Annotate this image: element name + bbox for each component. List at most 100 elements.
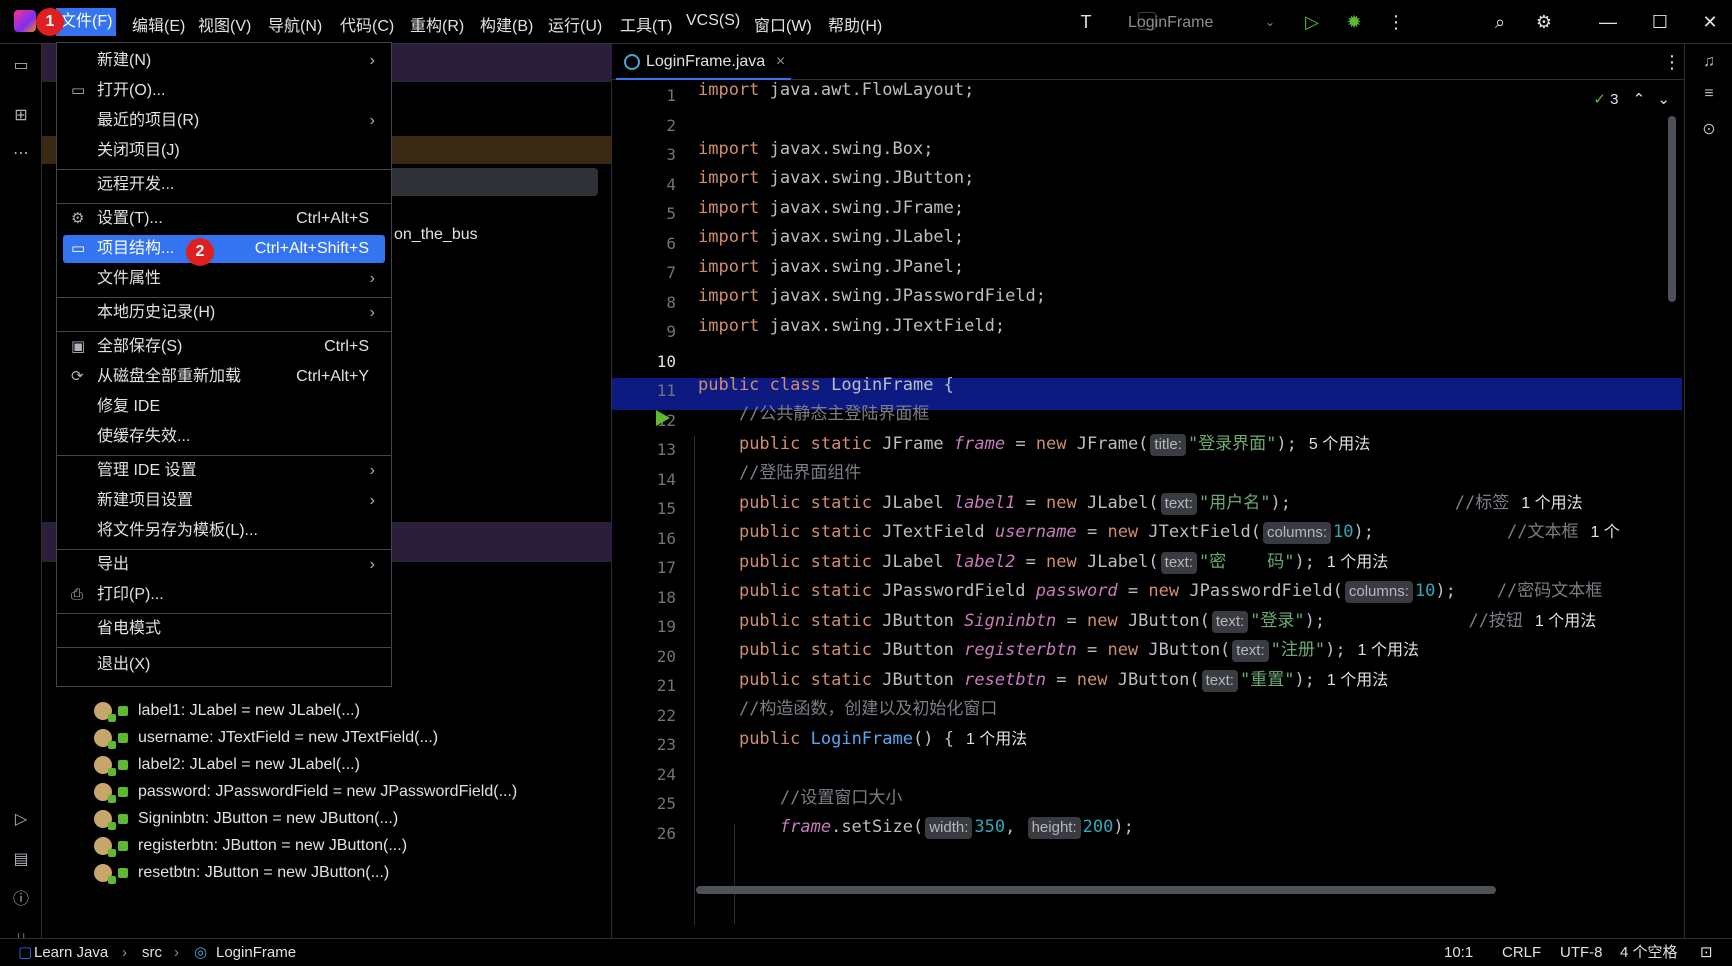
close-window-icon[interactable]: ✕ [1696,8,1724,36]
tree-field-password[interactable]: password: JPasswordField = new JPassword… [94,779,517,805]
minimize-icon[interactable]: — [1594,8,1622,36]
run-gutter-icon[interactable] [656,410,670,426]
line-number: 2 [666,116,676,135]
code-line[interactable]: import javax.swing.JPasswordField; [698,280,1046,312]
vertical-scrollbar[interactable] [1668,116,1676,302]
line-separator[interactable]: CRLF [1502,939,1541,966]
tree-field-resetbtn[interactable]: resetbtn: JButton = new JButton(...) [94,860,389,886]
services-icon[interactable]: ▷ [11,810,31,830]
run-config-name[interactable]: LoginFrame [1128,14,1213,32]
code-line[interactable]: //构造函数，创建以及初始化窗口 [698,693,997,725]
menu-item-reload[interactable]: ⟳ 从磁盘全部重新加载 Ctrl+Alt+Y [57,363,391,391]
tree-field-label1[interactable]: label1: JLabel = new JLabel(...) [94,698,360,724]
code-line[interactable]: //公共静态主登陆界面框 [698,398,929,430]
chevron-down-icon[interactable]: ⌄ [1256,8,1284,36]
code-line[interactable]: public static JLabel label2 = new JLabel… [698,546,1388,578]
menu-item-new[interactable]: 新建(N) › [57,47,391,75]
menu-item-recent[interactable]: 最近的项目(R) › [57,107,391,135]
tree-field-registerbtn[interactable]: registerbtn: JButton = new JButton(...) [94,833,407,859]
code-line[interactable]: import java.awt.FlowLayout; [698,74,974,106]
tree-item-partial[interactable]: on_the_bus [394,222,478,248]
menu-item-file-properties[interactable]: 文件属性 › [57,265,391,293]
maximize-icon[interactable]: ☐ [1646,8,1674,36]
menu-file[interactable]: 文件(F) [56,8,117,36]
code-line[interactable]: import javax.swing.JTextField; [698,310,1005,342]
structure-icon[interactable]: ⊞ [11,106,31,126]
indent-setting[interactable]: 4 个空格 [1620,939,1678,966]
menu-help[interactable]: 帮助(H) [828,12,882,36]
menu-run[interactable]: 运行(U) [548,12,602,36]
code-line[interactable]: import javax.swing.Box; [698,133,933,165]
code-line[interactable]: public LoginFrame() {1 个用法 [698,723,1027,755]
app-logo-icon[interactable] [14,10,36,32]
code-line[interactable]: //设置窗口大小 [698,782,902,814]
plugin-icon[interactable]: ⊙ [1699,120,1719,140]
read-only-toggle-icon[interactable]: ⊡ [1700,939,1713,966]
code-line[interactable]: public class LoginFrame { [698,369,954,401]
menu-item-open[interactable]: ▭ 打开(O)... [57,77,391,105]
code-line[interactable]: public static JLabel label1 = new JLabel… [698,487,1583,519]
menu-item-print[interactable]: ⎙ 打印(P)... [57,581,391,609]
search-icon[interactable]: ⌕ [1486,8,1514,36]
menu-navigate[interactable]: 导航(N) [268,12,322,36]
problems-icon[interactable]: ⓘ [11,890,31,910]
file-encoding[interactable]: UTF-8 [1560,939,1603,966]
code-line[interactable]: import javax.swing.JFrame; [698,192,964,224]
more-tools-icon[interactable]: ⋯ [11,144,31,164]
code-line[interactable]: public static JPasswordField password = … [698,575,1602,607]
menu-tools[interactable]: 工具(T) [620,12,672,36]
menu-item-save-all[interactable]: ▣ 全部保存(S) Ctrl+S [57,333,391,361]
menu-item-project-structure[interactable]: ▭ 项目结构... Ctrl+Alt+Shift+S [63,235,385,263]
menu-vcs[interactable]: VCS(S) [686,12,740,30]
tree-field-label2[interactable]: label2: JLabel = new JLabel(...) [94,752,360,778]
more-actions-icon[interactable]: ⋮ [1382,8,1410,36]
settings-gear-icon[interactable]: ⚙ [1530,8,1558,36]
inspections-widget[interactable]: ✓ 3 ⌃ ⌄ [1593,90,1670,108]
horizontal-scrollbar[interactable] [696,886,1496,894]
code-line[interactable]: import javax.swing.JLabel; [698,221,964,253]
tree-field-signinbtn[interactable]: Signinbtn: JButton = new JButton(...) [94,806,398,832]
menu-item-exit[interactable]: 退出(X) [57,651,391,679]
menu-view[interactable]: 视图(V) [198,12,251,36]
code-line[interactable]: public static JFrame frame = new JFrame(… [698,428,1370,460]
code-line[interactable]: //登陆界面组件 [698,457,861,489]
breadcrumb-class[interactable]: LoginFrame [216,939,296,966]
menu-refactor[interactable]: 重构(R) [410,12,464,36]
database-icon[interactable]: ≡ [1699,84,1719,104]
folder-icon[interactable]: ▭ [11,56,31,76]
code-line[interactable]: public static JButton Signinbtn = new JB… [698,605,1596,637]
menu-edit[interactable]: 编辑(E) [132,12,185,36]
menu-item-repair-ide[interactable]: 修复 IDE [57,393,391,421]
menu-item-local-history[interactable]: 本地历史记录(H) › [57,299,391,327]
code-line[interactable]: import javax.swing.JButton; [698,162,974,194]
menu-item-power-save[interactable]: 省电模式 [57,615,391,643]
code-line[interactable]: public static JButton registerbtn = new … [698,634,1419,666]
menu-item-new-project-settings[interactable]: 新建项目设置 › [57,487,391,515]
menu-item-invalidate-caches[interactable]: 使缓存失效... [57,423,391,451]
tree-field-username[interactable]: username: JTextField = new JTextField(..… [94,725,438,751]
code-editor: LoginFrame.java × ⋮ ✓ 3 ⌃ ⌄ 1 2 3 4 5 6 … [612,44,1684,938]
terminal-icon[interactable]: ▤ [11,850,31,870]
menu-item-manage-ide-settings[interactable]: 管理 IDE 设置 › [57,457,391,485]
menu-item-close-project[interactable]: 关闭项目(J) [57,137,391,165]
code-line[interactable]: frame.setSize(width: 350, height: 200); [698,811,1134,843]
menu-build[interactable]: 构建(B) [480,12,533,36]
menu-code[interactable]: 代码(C) [340,12,394,36]
menu-window[interactable]: 窗口(W) [754,12,812,36]
menu-item-remote-dev[interactable]: 远程开发... [57,171,391,199]
code-line[interactable]: import javax.swing.JPanel; [698,251,964,283]
code-line[interactable]: public static JButton resetbtn = new JBu… [698,664,1388,696]
run-icon[interactable]: ▷ [1298,8,1326,36]
line-number: 22 [656,706,676,725]
menu-item-export[interactable]: 导出 › [57,551,391,579]
menu-item-save-as-template[interactable]: 将文件另存为模板(L)... [57,517,391,545]
breadcrumb-project[interactable]: Learn Java [34,939,108,966]
menu-item-settings[interactable]: ⚙ 设置(T)... Ctrl+Alt+S [57,205,391,233]
hammer-icon[interactable]: T [1072,8,1100,36]
code-line[interactable]: public static JTextField username = new … [698,516,1620,548]
breadcrumb-src[interactable]: src [142,939,162,966]
notifications-icon[interactable]: ♫ [1699,52,1719,72]
tab-options-icon[interactable]: ⋮ [1658,48,1686,76]
debug-icon[interactable]: ✹ [1340,8,1368,36]
cursor-position[interactable]: 10:1 [1444,939,1473,966]
